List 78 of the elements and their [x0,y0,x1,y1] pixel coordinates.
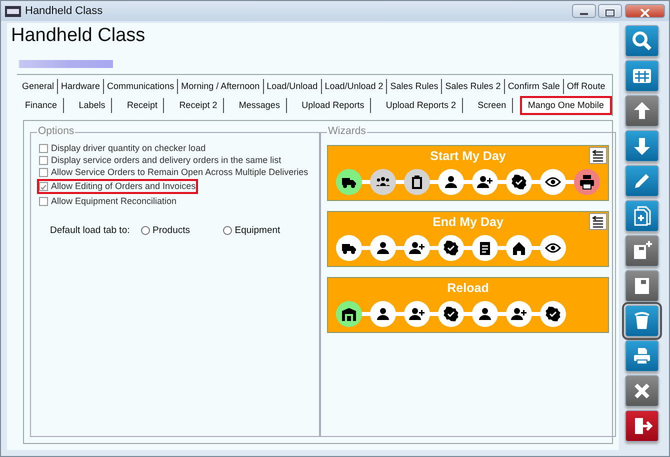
save-add-icon [631,240,653,262]
wizard-title: End My Day [432,215,504,230]
wizard-step-truck-icon[interactable] [336,235,362,261]
search-icon [631,30,653,52]
radio-label: Products [152,224,190,238]
wizard-step-printer-icon[interactable] [574,169,600,195]
checkbox-label: Display driver quantity on checker load [51,143,206,154]
app-logo-icon [5,6,21,16]
tab[interactable]: Hardware [58,79,104,94]
wizard-step-clipboard-icon[interactable] [404,169,430,195]
checkbox-label: Allow Editing of Orders and Invoices [51,181,196,192]
wizard-step-badge-icon[interactable] [438,235,464,261]
group-title: Wizards [327,125,367,137]
minimize-button[interactable] [572,4,596,18]
close-icon [640,9,650,18]
exit-door-button[interactable] [625,410,659,442]
wizard-step-eye-icon[interactable] [540,169,566,195]
printer-icon [631,345,653,367]
search-button[interactable] [625,25,659,57]
reorder-button[interactable] [589,147,607,164]
wizard-step-eye-icon[interactable] [540,235,566,261]
tab[interactable]: Sales Rules [387,79,442,94]
wizard-step-truck-icon[interactable] [336,169,362,195]
printer-button[interactable] [625,340,659,372]
maximize-icon [605,9,616,18]
wizard-step-person-add-icon[interactable] [404,235,430,261]
maximize-button[interactable] [598,4,622,18]
wizard-step-warehouse-icon[interactable] [336,301,362,327]
wizard-step-person-icon[interactable] [370,235,396,261]
tab[interactable]: General [19,79,58,94]
tab[interactable]: Load/Unload 2 [322,79,388,94]
tab[interactable]: Receipt [120,98,164,113]
wizard-step-person-icon[interactable] [438,169,464,195]
wizard-step-person-add-icon[interactable] [404,301,430,327]
tab[interactable]: Receipt 2 [173,98,224,113]
tab[interactable]: Labels [72,98,112,113]
tab[interactable]: Load/Unload [264,79,322,94]
wizard-step-person-add-icon[interactable] [506,301,532,327]
wizard-step-badge-icon[interactable] [506,169,532,195]
tab[interactable]: Upload Reports 2 [380,98,463,113]
down-arrow-button[interactable] [625,130,659,162]
wizard-step-badge-icon[interactable] [438,301,464,327]
tab[interactable]: Confirm Sale [504,79,564,94]
tab[interactable]: Sales Rules 2 [442,79,505,94]
wizard-step-person-icon[interactable] [370,301,396,327]
tab[interactable]: Finance [19,98,64,113]
minimize-icon [578,10,588,16]
field-label: Default load tab to: [50,224,130,238]
reorder-button[interactable] [589,213,607,230]
wizard-step-home-icon[interactable] [506,235,532,261]
wizard-title: Reload [447,281,489,296]
tab[interactable]: Morning / Afternoon [178,79,264,94]
pencil-button[interactable] [625,165,659,197]
tab[interactable]: Messages [232,98,287,113]
radio-button[interactable] [223,226,232,236]
group-title: Options [37,125,76,137]
wizard-step-document-icon[interactable] [472,235,498,261]
trash-button[interactable] [625,305,659,337]
page-heading: Handheld Class [11,24,146,48]
new-document-button[interactable] [625,200,659,232]
wizard-step-badge-icon[interactable] [540,301,566,327]
tab[interactable]: Communications [104,79,178,94]
checkbox-label: Allow Service Orders to Remain Open Across Multiple Deliveries [51,167,308,178]
tab[interactable]: Screen [472,98,514,113]
wizard-step-person-icon[interactable] [472,301,498,327]
radio-label: Equipment [234,224,280,238]
tab[interactable]: Off Route [564,79,608,94]
wizard-step-people-icon[interactable] [370,169,396,195]
close-button[interactable] [625,4,665,18]
grid-button[interactable] [625,60,659,92]
tab[interactable]: Upload Reports [296,98,372,113]
radio-button[interactable] [140,226,150,236]
tab[interactable]: Mango One Mobile [522,98,610,113]
wizard-step-person-add-icon[interactable] [472,169,498,195]
checkbox-label: Display service orders and delivery orders in the same list [51,155,282,166]
window-title: Handheld Class [25,4,103,19]
checkbox-label: Allow Equipment Reconciliation [51,196,177,207]
wizard-title: Start My Day [430,149,506,164]
